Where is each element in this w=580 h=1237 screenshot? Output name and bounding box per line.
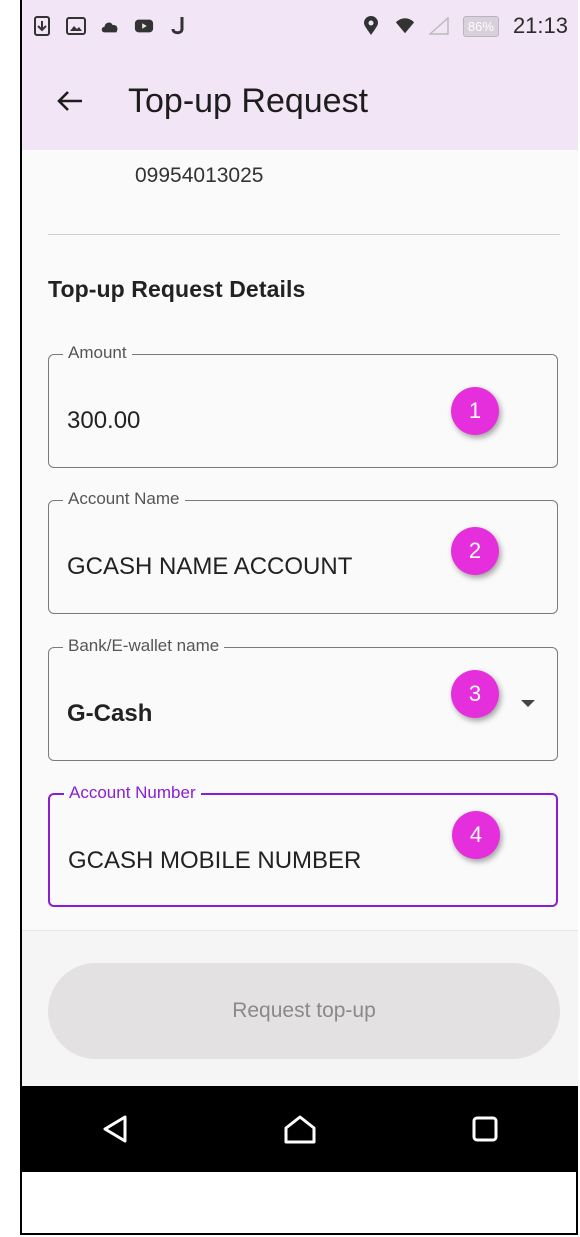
nav-home-button[interactable] bbox=[270, 1099, 330, 1159]
app-bar: Top-up Request bbox=[22, 52, 578, 150]
j-app-icon bbox=[168, 16, 188, 36]
account-name-field[interactable]: Account Name 2 bbox=[48, 489, 558, 614]
chevron-down-icon[interactable] bbox=[521, 700, 535, 707]
nav-back-button[interactable] bbox=[85, 1099, 145, 1159]
status-bar-right: 86% 21:13 bbox=[361, 13, 568, 39]
mobile-number-text: 09954013025 bbox=[135, 164, 264, 187]
status-time: 21:13 bbox=[512, 13, 568, 38]
nav-recents-button[interactable] bbox=[455, 1099, 515, 1159]
wifi-icon bbox=[395, 16, 415, 36]
step-badge-1: 1 bbox=[451, 387, 499, 435]
account-number-label: Account Number bbox=[64, 783, 201, 803]
account-name-input[interactable] bbox=[67, 553, 447, 581]
youtube-icon bbox=[134, 16, 154, 36]
account-name-label: Account Name bbox=[63, 489, 185, 509]
phone-screen: 86% 21:13 Top-up Request 09954013025 Top… bbox=[22, 0, 578, 1172]
home-icon bbox=[284, 1115, 316, 1144]
step-badge-2: 2 bbox=[451, 527, 499, 575]
amount-label: Amount bbox=[63, 343, 132, 363]
bank-ewallet-value: G-Cash bbox=[67, 700, 153, 727]
square-recents-icon bbox=[472, 1116, 498, 1142]
signal-icon bbox=[428, 16, 449, 36]
system-nav-bar bbox=[22, 1086, 578, 1172]
status-bar: 86% 21:13 bbox=[22, 0, 578, 52]
account-number-field[interactable]: Account Number 4 bbox=[48, 783, 558, 907]
account-number-input[interactable] bbox=[68, 847, 448, 875]
image-notification-icon bbox=[66, 16, 86, 36]
arrow-left-icon bbox=[57, 91, 82, 111]
location-icon bbox=[361, 16, 381, 36]
cloud-icon bbox=[100, 16, 120, 36]
bank-ewallet-select[interactable]: Bank/E-wallet name G-Cash 3 bbox=[48, 636, 558, 761]
section-title: Top-up Request Details bbox=[48, 276, 306, 302]
step-badge-3: 3 bbox=[451, 670, 499, 718]
back-button[interactable] bbox=[50, 81, 90, 121]
divider bbox=[48, 234, 560, 235]
amount-field[interactable]: Amount 1 bbox=[48, 343, 558, 468]
download-notification-icon bbox=[32, 16, 52, 36]
battery-indicator: 86% bbox=[462, 15, 499, 37]
status-bar-left bbox=[32, 16, 188, 36]
step-badge-4: 4 bbox=[452, 811, 500, 859]
amount-input[interactable] bbox=[67, 407, 447, 435]
bottom-action-area: Request top-up bbox=[22, 930, 578, 1087]
form-content: 09954013025 Top-up Request Details Amoun… bbox=[22, 150, 578, 930]
bank-ewallet-label: Bank/E-wallet name bbox=[63, 636, 225, 656]
request-topup-button[interactable]: Request top-up bbox=[48, 963, 560, 1059]
page-title: Top-up Request bbox=[128, 81, 369, 120]
triangle-back-icon bbox=[103, 1115, 127, 1143]
